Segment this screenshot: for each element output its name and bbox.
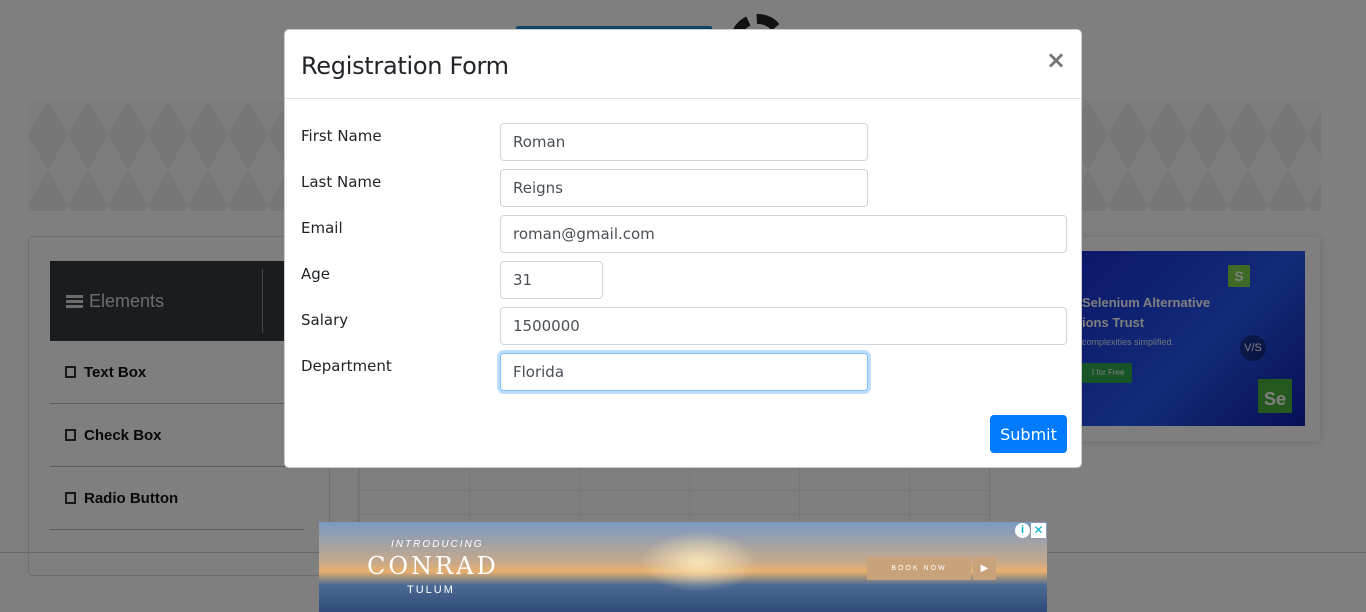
- close-button[interactable]: ×: [1045, 46, 1067, 74]
- bottom-advertisement[interactable]: INTRODUCING CONRAD TULUM BOOK NOW ▶ i ✕: [319, 522, 1047, 612]
- email-label: Email: [301, 219, 343, 237]
- form-row-age: Age: [301, 261, 1071, 301]
- email-input[interactable]: [500, 215, 1067, 253]
- ad-brand-text: CONRAD: [367, 552, 499, 580]
- salary-label: Salary: [301, 311, 349, 329]
- department-input[interactable]: [500, 353, 868, 391]
- ad-info-icon[interactable]: i: [1015, 523, 1030, 538]
- modal-title: Registration Form: [301, 52, 509, 80]
- form-row-salary: Salary: [301, 307, 1071, 347]
- salary-input[interactable]: [500, 307, 1067, 345]
- form-row-last-name: Last Name: [301, 169, 1071, 209]
- ad-close-icon[interactable]: ✕: [1031, 523, 1046, 538]
- department-label: Department: [301, 357, 392, 375]
- age-label: Age: [301, 265, 331, 283]
- form-row-email: Email: [301, 215, 1071, 255]
- age-input[interactable]: [500, 261, 603, 299]
- last-name-input[interactable]: [500, 169, 868, 207]
- registration-modal: Registration Form × First Name Last Name…: [284, 29, 1082, 468]
- form-row-department: Department: [301, 353, 1071, 393]
- modal-header: Registration Form ×: [285, 30, 1081, 99]
- first-name-input[interactable]: [500, 123, 868, 161]
- ad-sunset-glow: [639, 532, 759, 592]
- ad-intro-text: INTRODUCING: [391, 539, 484, 550]
- submit-button[interactable]: Submit: [990, 415, 1067, 453]
- first-name-label: First Name: [301, 127, 382, 145]
- ad-location-text: TULUM: [407, 584, 455, 596]
- play-arrow-icon[interactable]: ▶: [973, 557, 996, 580]
- form-row-first-name: First Name: [301, 123, 1071, 163]
- last-name-label: Last Name: [301, 173, 382, 191]
- book-now-button[interactable]: BOOK NOW: [867, 557, 971, 580]
